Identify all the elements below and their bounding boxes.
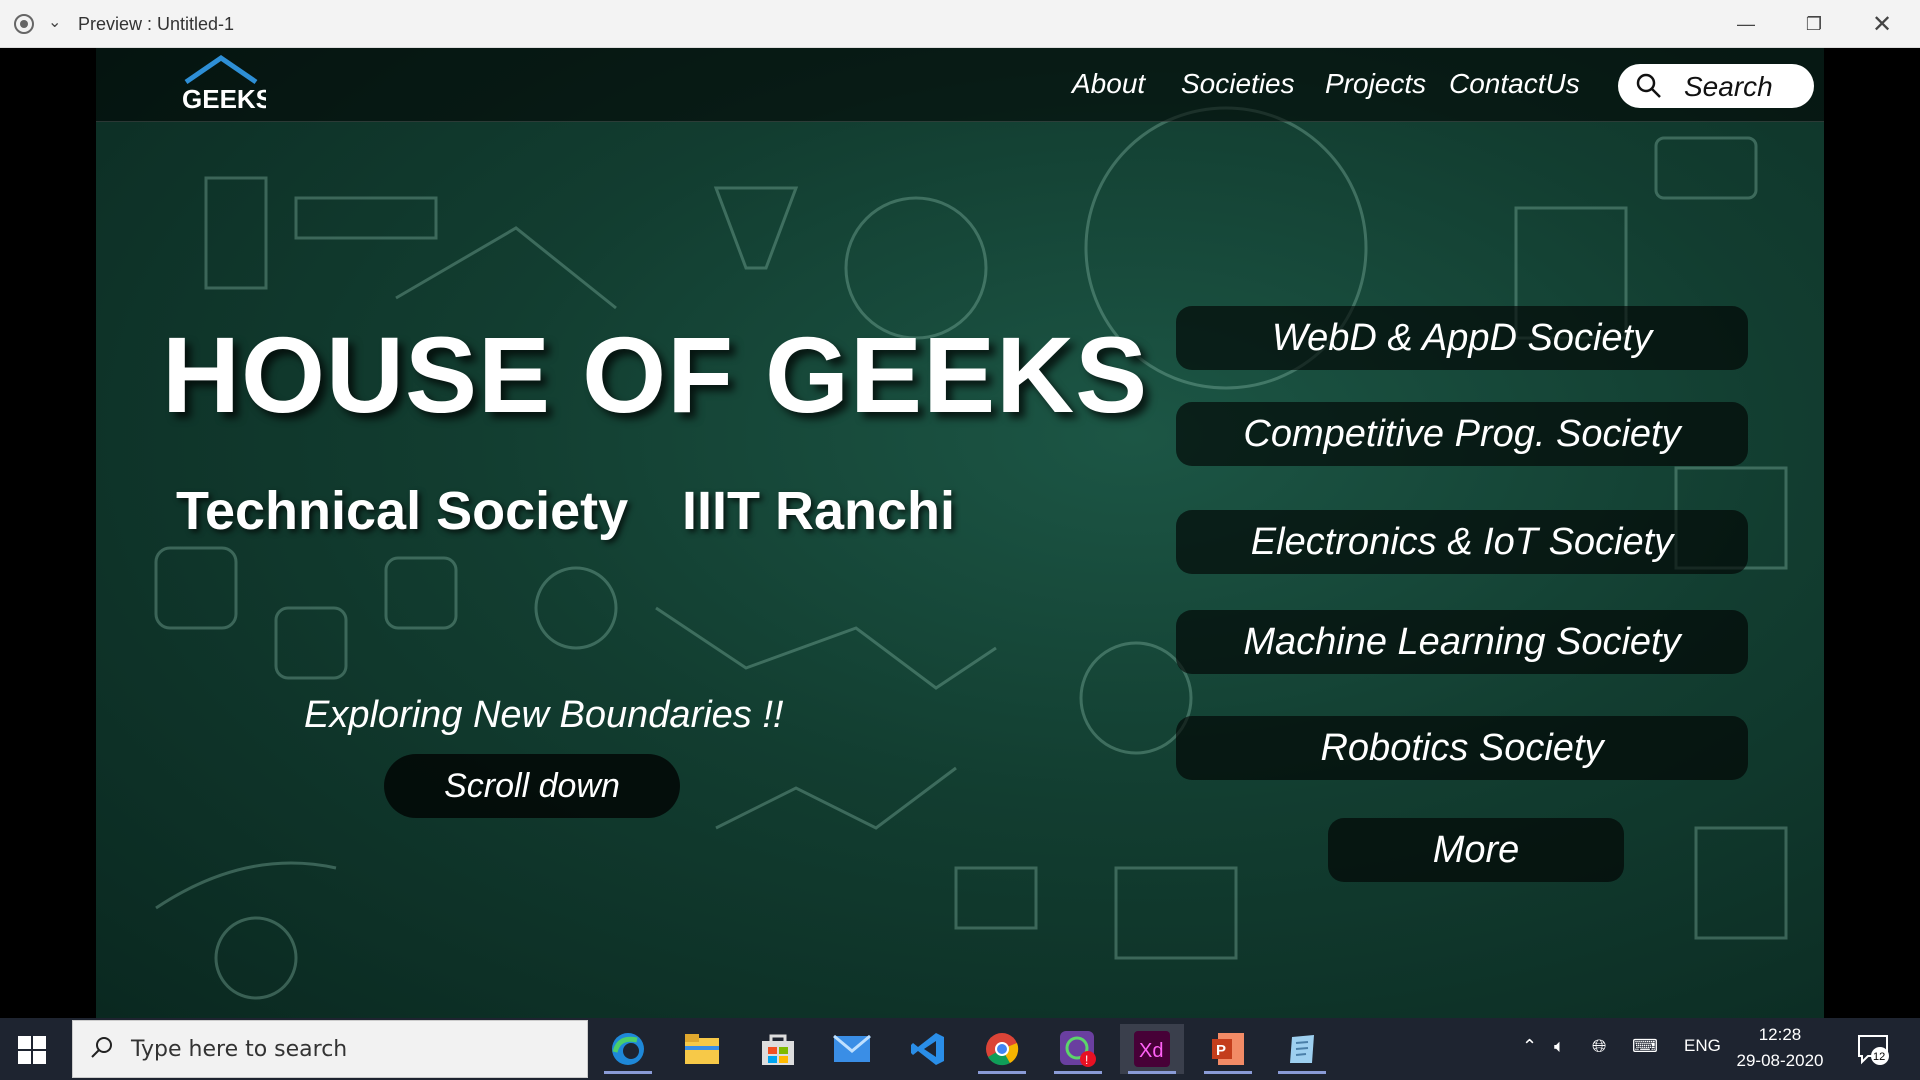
taskbar-search-placeholder: Type here to search xyxy=(131,1037,348,1062)
hero-subtitle-institute: IIIT Ranchi xyxy=(682,481,956,541)
windows-start-icon[interactable] xyxy=(16,1034,48,1066)
chrome-icon[interactable] xyxy=(970,1024,1034,1074)
scroll-down-button[interactable]: Scroll down xyxy=(384,754,680,818)
hero-subtitle-society: Technical Society xyxy=(176,481,629,541)
site-search-box[interactable]: Search xyxy=(1618,64,1814,108)
record-icon[interactable] xyxy=(14,14,34,34)
nav-societies[interactable]: Societies xyxy=(1181,68,1295,100)
close-icon[interactable]: ✕ xyxy=(1848,0,1916,48)
svg-text:GEEKS: GEEKS xyxy=(182,84,266,114)
svg-text:!: ! xyxy=(1085,1053,1088,1067)
nav-about[interactable]: About xyxy=(1072,68,1145,100)
file-explorer-icon[interactable] xyxy=(670,1024,734,1074)
taskbar-search-box[interactable]: Type here to search xyxy=(72,1020,588,1078)
search-icon xyxy=(1636,73,1661,98)
geeks-logo[interactable]: GEEKS xyxy=(176,54,266,114)
search-label: Search xyxy=(1684,71,1773,102)
notepad-icon[interactable] xyxy=(1270,1024,1334,1074)
whatsapp-icon[interactable]: ! xyxy=(1046,1024,1110,1074)
svg-text:Xd: Xd xyxy=(1139,1040,1163,1062)
society-button-robotics[interactable]: Robotics Society xyxy=(1176,716,1748,780)
chevron-up-icon[interactable]: ⌃ xyxy=(1522,1036,1537,1057)
chevron-down-icon[interactable]: ⌄ xyxy=(48,12,61,32)
edge-icon[interactable] xyxy=(596,1024,660,1074)
nav-contactus[interactable]: ContactUs xyxy=(1449,68,1580,100)
window-title: Preview : Untitled-1 xyxy=(78,14,235,34)
mail-icon[interactable] xyxy=(820,1024,884,1074)
speaker-icon[interactable]: 🔈︎ xyxy=(1554,1036,1565,1057)
store-icon[interactable] xyxy=(746,1024,810,1074)
society-button-webd[interactable]: WebD & AppD Society xyxy=(1176,306,1748,370)
powerpoint-icon[interactable]: P xyxy=(1196,1024,1260,1074)
more-button[interactable]: More xyxy=(1328,818,1624,882)
notification-center-icon[interactable]: 12 xyxy=(1856,1032,1890,1066)
society-button-ml[interactable]: Machine Learning Society xyxy=(1176,610,1748,674)
restore-icon[interactable]: ❐ xyxy=(1780,0,1848,48)
window-titlebar: ⌄ Preview : Untitled-1 — ❐ ✕ xyxy=(0,0,1920,48)
adobe-xd-icon[interactable]: Xd xyxy=(1120,1024,1184,1074)
search-icon xyxy=(91,1037,112,1058)
clock-date: 29-08-2020 xyxy=(1736,1051,1824,1070)
minimize-icon[interactable]: — xyxy=(1712,0,1780,48)
hero-title: HOUSE OF GEEKS xyxy=(162,314,1149,435)
artboard: GEEKS About Societies Projects ContactUs… xyxy=(96,48,1824,1018)
clock-time: 12:28 xyxy=(1758,1025,1802,1044)
svg-text:12: 12 xyxy=(1873,1051,1885,1063)
network-globe-icon[interactable]: 🌐︎ xyxy=(1592,1036,1606,1057)
language-indicator[interactable]: ENG xyxy=(1684,1036,1721,1056)
society-button-iot[interactable]: Electronics & IoT Society xyxy=(1176,510,1748,574)
vscode-icon[interactable] xyxy=(896,1024,960,1074)
windows-taskbar: Type here to search ! Xd P ⌃ 🔈︎ 🌐︎ ⌨︎ EN… xyxy=(0,1018,1920,1080)
svg-text:P: P xyxy=(1216,1042,1226,1059)
taskbar-clock[interactable]: 12:28 29-08-2020 xyxy=(1730,1022,1830,1074)
hero-tagline: Exploring New Boundaries !! xyxy=(304,694,784,736)
society-button-cp[interactable]: Competitive Prog. Society xyxy=(1176,402,1748,466)
nav-projects[interactable]: Projects xyxy=(1325,68,1426,100)
site-navbar: GEEKS About Societies Projects ContactUs… xyxy=(96,48,1824,122)
preview-stage: GEEKS About Societies Projects ContactUs… xyxy=(0,48,1920,1018)
keyboard-icon[interactable]: ⌨︎ xyxy=(1632,1036,1658,1057)
